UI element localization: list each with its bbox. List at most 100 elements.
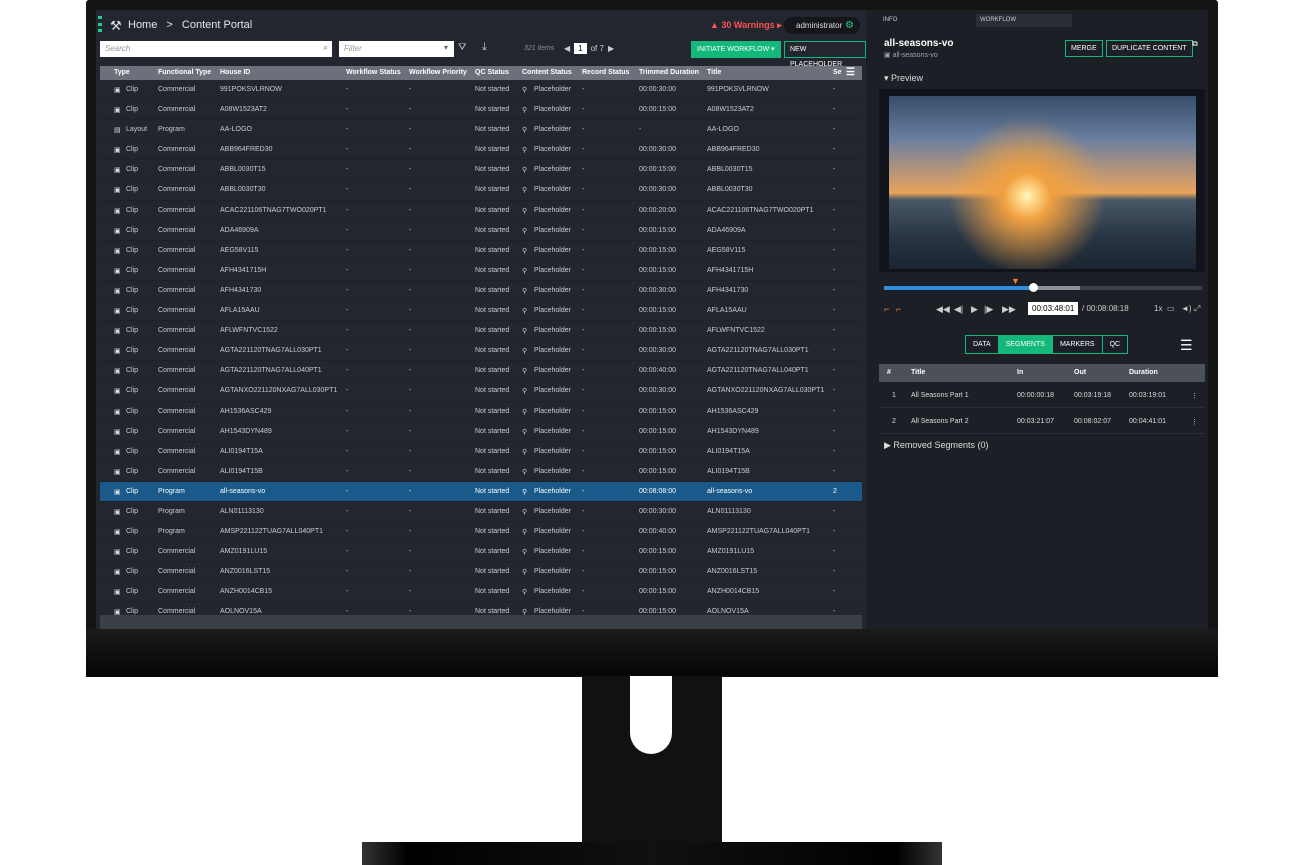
table-row[interactable]: ▣ Clip Commercial ABB964FRED30 - - Not started… (100, 140, 862, 161)
pane-divider[interactable] (868, 10, 878, 629)
col-type[interactable]: Type (114, 69, 130, 76)
current-time-input[interactable]: 00:03:48:01 (1028, 302, 1079, 315)
table-row[interactable]: ▣ Clip Commercial ANZH0014CB15 - - Not started… (100, 582, 862, 603)
step-forward-icon[interactable]: |▶ (984, 304, 993, 315)
download-icon[interactable]: ⤓ (482, 41, 487, 54)
tab-qc[interactable]: QC (1103, 336, 1128, 353)
table-row[interactable]: ▣ Clip Commercial A08W1523AT2 - - Not started ⚲… (100, 100, 862, 121)
timeline-handle[interactable] (1028, 283, 1038, 292)
col-house-id[interactable]: House ID (220, 69, 250, 76)
table-row[interactable]: ▣ Clip Commercial ALI0194T15B - - Not started ⚲… (100, 462, 862, 482)
duplicate-content-button[interactable]: DUPLICATE CONTENT (1106, 40, 1193, 57)
horizontal-scrollbar[interactable] (100, 615, 862, 629)
table-row[interactable]: ▣ Clip Commercial 991POKSVLRNOW - - Not starte… (100, 80, 862, 101)
tab-segments[interactable]: SEGMENTS (998, 336, 1053, 353)
rewind-icon[interactable]: ◀◀ (936, 304, 950, 315)
segments-menu-icon[interactable]: ☰ (1180, 337, 1193, 354)
table-row[interactable]: ▣ Clip Commercial AGTA221120TNAG7ALL040PT1 -… (100, 361, 862, 382)
playback-speed[interactable]: 1x (1154, 304, 1162, 313)
step-back-icon[interactable]: ◀| (954, 304, 963, 315)
play-icon[interactable]: ▶ (971, 304, 978, 315)
col-trimmed-duration[interactable]: Trimmed Duration (639, 69, 699, 76)
col-segments[interactable]: Se (833, 69, 842, 76)
col-qc-status[interactable]: QC Status (475, 69, 509, 76)
row-house-id: ALI0194T15A (220, 447, 263, 455)
table-row[interactable]: ▤ Layout Program AA-LOGO - - Not started ⚲ Place… (100, 120, 862, 141)
seg-col-title[interactable]: Title (911, 369, 925, 376)
prev-page-icon[interactable]: ◀ (564, 44, 570, 53)
table-row[interactable]: ▣ Clip Commercial ADA46909A - - Not started ⚲ Pl… (100, 221, 862, 241)
segment-row[interactable]: 1 All Seasons Part 1 00:00:00:18 00:03:1… (879, 383, 1205, 408)
row-functional-type: Commercial (158, 186, 196, 194)
initiate-workflow-button[interactable]: INITIATE WORKFLOW ▾ (691, 41, 781, 58)
table-row[interactable]: ▣ Clip Commercial AFH4341715H - - Not started ⚲… (100, 261, 862, 281)
timeline-scrubber[interactable]: ▼ (884, 276, 1202, 296)
table-row[interactable]: ▣ Clip Commercial AH1543DYN489 - - Not started… (100, 422, 862, 442)
column-chooser-icon[interactable]: ☰ (846, 67, 855, 78)
row-trimmed-duration: 00:08:08:00 (639, 487, 676, 495)
table-row[interactable]: ▣ Clip Commercial AFH4341730 - - Not started ⚲ P… (100, 281, 862, 302)
page-input[interactable]: 1 (574, 43, 587, 54)
video-frame[interactable] (889, 96, 1196, 269)
seg-col-duration[interactable]: Duration (1129, 369, 1158, 376)
table-row[interactable]: ▣ Clip Commercial ANZ0016LST15 - - Not started… (100, 562, 862, 583)
mark-in-icon[interactable]: ⌐ (884, 304, 889, 314)
new-placeholder-button[interactable]: NEW PLACEHOLDER (784, 41, 866, 68)
col-record-status[interactable]: Record Status (582, 69, 629, 76)
tab-info[interactable]: INFO (883, 17, 897, 23)
marker-icon[interactable]: ▼ (1011, 276, 1020, 286)
more-vertical-icon[interactable]: ⋮ (1191, 418, 1198, 426)
table-row[interactable]: ▣ Clip Commercial ALI0194T15A - - Not started ⚲… (100, 442, 862, 462)
search-icon[interactable]: ⌕ (324, 43, 328, 53)
preview-toggle[interactable]: ▾ Preview (884, 73, 923, 84)
table-row[interactable]: ▣ Clip Commercial ABBL0030T15 - - Not started ⚲… (100, 160, 862, 181)
tab-workflow[interactable]: WORKFLOW (976, 14, 1072, 27)
app-logo-icon[interactable]: ⚒ (110, 18, 122, 34)
row-content-status: Placeholder (534, 166, 571, 174)
seg-col-in[interactable]: In (1017, 369, 1023, 376)
tab-data[interactable]: DATA (966, 336, 999, 353)
seg-col-out[interactable]: Out (1074, 369, 1086, 376)
external-link-icon[interactable]: ⧉ (1192, 39, 1198, 49)
table-row[interactable]: ▣ Clip Commercial ACAC221106TNAG7TWO020PT1 -… (100, 201, 862, 221)
table-row[interactable]: ▣ Clip Program AMSP221122TUAG7ALL040PT1 - - No… (100, 522, 862, 543)
tab-markers[interactable]: MARKERS (1053, 336, 1103, 353)
col-functional-type[interactable]: Functional Type (158, 69, 211, 76)
row-type: Clip (126, 226, 139, 234)
next-page-icon[interactable]: ▶ (608, 44, 614, 53)
volume-icon[interactable]: ◄) (1181, 304, 1192, 313)
gear-icon[interactable]: ⚙ (845, 17, 854, 34)
table-row[interactable]: ▣ Clip Commercial AGTANXO221120NXAG7ALL030P… (100, 381, 862, 402)
fast-forward-icon[interactable]: ▶▶ (1002, 304, 1016, 315)
filter-select[interactable]: Filter ▾ (339, 41, 454, 57)
removed-segments-toggle[interactable]: ▶ Removed Segments (0) (884, 440, 988, 451)
more-vertical-icon[interactable]: ⋮ (1191, 392, 1198, 400)
col-content-status[interactable]: Content Status (522, 69, 572, 76)
row-trimmed-duration: - (639, 126, 642, 134)
table-row[interactable]: ▣ Clip Program ALN01113130 - - Not started ⚲ Pla… (100, 502, 862, 523)
col-workflow-priority[interactable]: Workflow Priority (409, 69, 467, 76)
segment-row[interactable]: 2 All Seasons Part 2 00:03:21:07 00:08:0… (879, 409, 1205, 434)
table-row[interactable]: ▣ Clip Commercial AFLWFNTVC1522 - - Not starte… (100, 321, 862, 342)
filter-funnel-icon[interactable]: ⛛ (458, 42, 466, 53)
fullscreen-icon[interactable]: ⤢ (1194, 304, 1200, 314)
col-workflow-status[interactable]: Workflow Status (346, 69, 401, 76)
captions-icon[interactable]: ▭ (1167, 304, 1175, 313)
table-row[interactable]: ▣ Clip Commercial AFLA15AAU - - Not started ⚲ Pl… (100, 301, 862, 322)
menu-icon[interactable] (98, 16, 102, 32)
col-title[interactable]: Title (707, 69, 721, 76)
table-row[interactable]: ▣ Clip Commercial AMZ0191LU15 - - Not started ⚲… (100, 542, 862, 563)
merge-button[interactable]: MERGE (1065, 40, 1103, 57)
table-row[interactable]: ▣ Clip Commercial ABBL0030T30 - - Not started ⚲… (100, 180, 862, 201)
table-row[interactable]: ▣ Clip Commercial AEG58V115 - - Not started ⚲ Pl… (100, 241, 862, 261)
table-row[interactable]: ▣ Clip Commercial AH1536ASC429 - - Not started… (100, 402, 862, 422)
breadcrumb-home[interactable]: Home (128, 19, 157, 31)
mark-out-icon[interactable]: ⌐ (896, 304, 901, 314)
search-input[interactable]: Search ⌕ (100, 41, 332, 57)
user-menu[interactable]: administrator ⚙ (784, 17, 860, 34)
table-row[interactable]: ▣ Clip Commercial AGTA221120TNAG7ALL030PT1 -… (100, 341, 862, 362)
row-segments: - (833, 126, 836, 134)
warnings-badge[interactable]: ▲ 30 Warnings ▸ (710, 20, 782, 31)
seg-col-number[interactable]: # (887, 369, 891, 376)
table-row[interactable]: ▣ Clip Program all-seasons-vo - - Not started ⚲… (100, 481, 862, 502)
